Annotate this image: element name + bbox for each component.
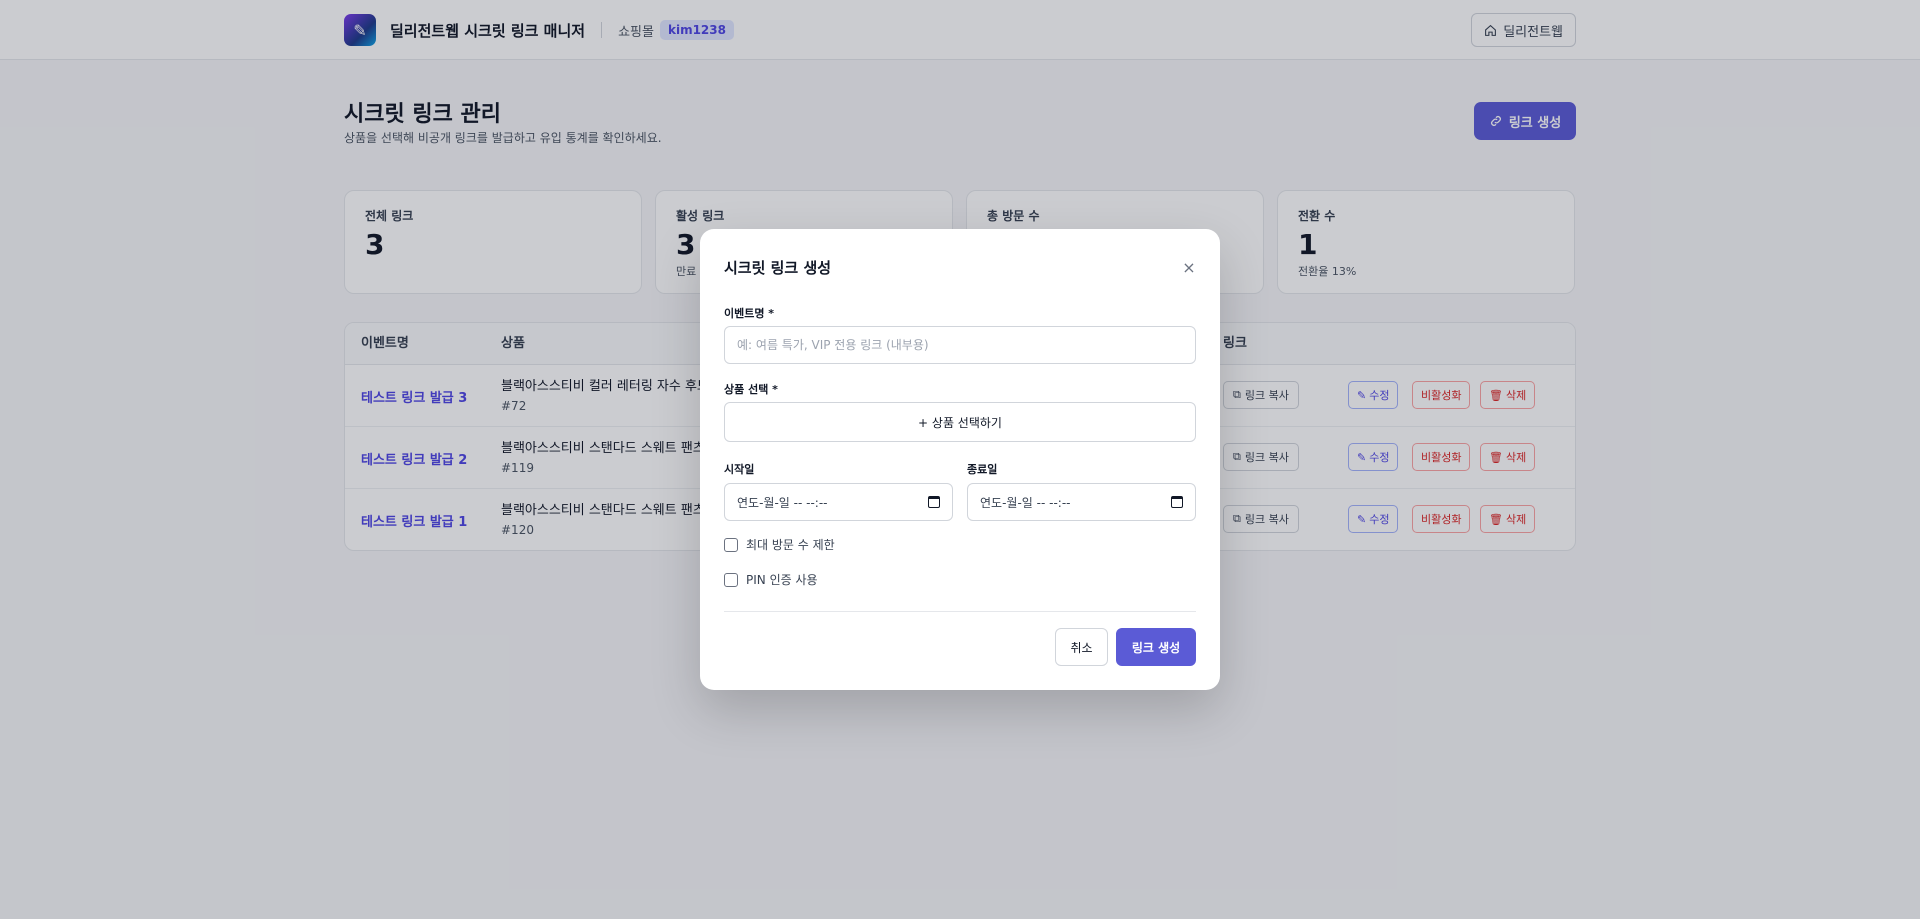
close-icon[interactable]: × [1180,259,1198,277]
calendar-icon[interactable] [1171,496,1183,508]
start-date-label: 시작일 [724,463,755,476]
pin-checkbox[interactable] [724,572,738,587]
max-visits-label: 최대 방문 수 제한 [746,538,835,552]
event-name-label: 이벤트명 * [724,307,775,320]
start-date-input[interactable]: 연도-월-일 -- --:-- [724,483,953,521]
modal-title: 시크릿 링크 생성 [724,259,832,277]
start-date-value: 연도-월-일 -- --:-- [737,495,828,510]
product-select-label: 상품 선택 * [724,383,778,396]
cancel-button[interactable]: 취소 [1055,628,1108,666]
end-date-input[interactable]: 연도-월-일 -- --:-- [967,483,1196,521]
submit-create-link-button[interactable]: 링크 생성 [1116,628,1196,666]
max-visits-option[interactable]: 최대 방문 수 제한 [724,536,835,553]
select-product-button[interactable]: + 상품 선택하기 [724,402,1196,442]
end-date-label: 종료일 [967,463,998,476]
max-visits-checkbox[interactable] [724,537,738,552]
end-date-value: 연도-월-일 -- --:-- [980,495,1071,510]
event-name-input[interactable] [724,326,1196,364]
modal-divider [724,611,1196,612]
calendar-icon[interactable] [928,496,940,508]
create-link-modal: 시크릿 링크 생성 × 이벤트명 * 상품 선택 * + 상품 선택하기 시작일… [700,229,1220,690]
pin-option[interactable]: PIN 인증 사용 [724,571,818,588]
pin-label: PIN 인증 사용 [746,573,818,587]
